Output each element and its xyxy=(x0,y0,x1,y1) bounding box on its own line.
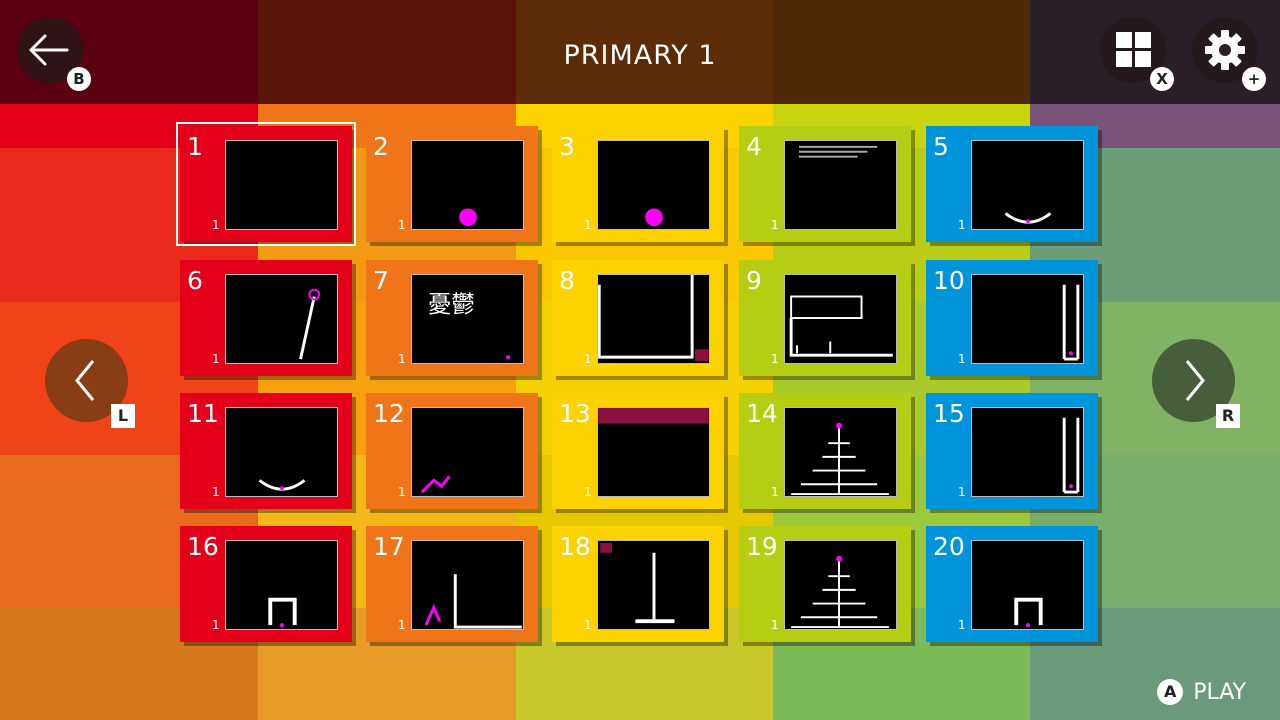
level-number: 12 xyxy=(373,399,405,428)
level-attempt-count: 1 xyxy=(584,618,592,632)
level-card[interactable]: 31 xyxy=(552,126,724,242)
level-attempt-count: 1 xyxy=(771,618,779,632)
level-thumbnail xyxy=(971,140,1084,230)
level-thumbnail xyxy=(784,274,897,364)
level-card[interactable]: 17 1 xyxy=(366,526,538,642)
level-thumbnail xyxy=(971,274,1084,364)
level-number: 4 xyxy=(746,132,762,161)
level-attempt-count: 1 xyxy=(398,352,406,366)
level-number: 8 xyxy=(559,266,575,295)
level-thumbnail xyxy=(225,407,338,497)
level-card[interactable]: 51 xyxy=(926,126,1098,242)
level-number: 2 xyxy=(373,132,389,161)
level-card[interactable]: 61 xyxy=(180,260,352,376)
level-attempt-count: 1 xyxy=(771,218,779,232)
svg-text:憂鬱: 憂鬱 xyxy=(428,290,475,318)
level-attempt-count: 1 xyxy=(958,218,966,232)
level-card[interactable]: 16 1 xyxy=(180,526,352,642)
level-number: 10 xyxy=(933,266,965,295)
level-card[interactable]: 11 xyxy=(176,122,356,246)
level-number: 5 xyxy=(933,132,949,161)
level-card[interactable]: 91 xyxy=(739,260,911,376)
level-thumbnail xyxy=(597,140,710,230)
level-thumbnail xyxy=(597,274,710,364)
level-number: 11 xyxy=(187,399,219,428)
level-card[interactable]: 7 1 憂鬱 xyxy=(366,260,538,376)
level-number: 7 xyxy=(373,266,389,295)
level-card[interactable]: 41 xyxy=(739,126,911,242)
play-button[interactable]: A PLAY xyxy=(1157,679,1246,705)
level-attempt-count: 1 xyxy=(212,218,220,232)
level-attempt-count: 1 xyxy=(398,485,406,499)
level-attempt-count: 1 xyxy=(212,618,220,632)
level-thumbnail: 憂鬱 xyxy=(411,274,524,364)
level-card[interactable]: 12 1 xyxy=(366,393,538,509)
level-number: 6 xyxy=(187,266,203,295)
a-button-badge: A xyxy=(1157,679,1184,705)
level-number: 13 xyxy=(559,399,591,428)
level-number: 9 xyxy=(746,266,762,295)
level-number: 15 xyxy=(933,399,965,428)
level-attempt-count: 1 xyxy=(958,485,966,499)
level-attempt-count: 1 xyxy=(212,352,220,366)
level-card[interactable]: 20 1 xyxy=(926,526,1098,642)
level-number: 1 xyxy=(187,132,203,161)
level-attempt-count: 1 xyxy=(958,352,966,366)
level-card[interactable]: 14 1 xyxy=(739,393,911,509)
level-number: 19 xyxy=(746,532,778,561)
level-attempt-count: 1 xyxy=(212,485,220,499)
level-thumbnail xyxy=(597,407,710,497)
level-number: 16 xyxy=(187,532,219,561)
level-thumbnail xyxy=(597,540,710,630)
level-thumbnail xyxy=(411,407,524,497)
level-card[interactable]: 19 1 xyxy=(739,526,911,642)
level-thumbnail xyxy=(411,540,524,630)
level-card[interactable]: 10 1 xyxy=(926,260,1098,376)
level-thumbnail xyxy=(784,540,897,630)
level-attempt-count: 1 xyxy=(398,218,406,232)
level-number: 18 xyxy=(559,532,591,561)
level-thumbnail xyxy=(784,407,897,497)
level-thumbnail xyxy=(225,274,338,364)
play-label: PLAY xyxy=(1193,679,1246,705)
level-thumbnail xyxy=(971,540,1084,630)
level-attempt-count: 1 xyxy=(398,618,406,632)
level-thumbnail xyxy=(225,140,338,230)
level-card[interactable]: 15 1 xyxy=(926,393,1098,509)
level-number: 14 xyxy=(746,399,778,428)
level-thumbnail xyxy=(225,540,338,630)
level-number: 20 xyxy=(933,532,965,561)
level-thumbnail xyxy=(784,140,897,230)
level-attempt-count: 1 xyxy=(584,218,592,232)
level-thumbnail xyxy=(411,140,524,230)
level-card[interactable]: 21 xyxy=(366,126,538,242)
level-number: 17 xyxy=(373,532,405,561)
level-grid: 1 1 2 1 3 1 4 1 5 1 6 1 7 1 憂鬱 8 1 9 1 10 1 11 1 12 1 13 1 14 1 15 1 1… xyxy=(0,0,1280,720)
level-attempt-count: 1 xyxy=(958,618,966,632)
level-card[interactable]: 18 1 xyxy=(552,526,724,642)
level-thumbnail xyxy=(971,407,1084,497)
level-card[interactable]: 13 1 xyxy=(552,393,724,509)
level-card[interactable]: 11 1 xyxy=(180,393,352,509)
level-card[interactable]: 81 xyxy=(552,260,724,376)
level-attempt-count: 1 xyxy=(584,485,592,499)
level-attempt-count: 1 xyxy=(771,485,779,499)
level-attempt-count: 1 xyxy=(771,352,779,366)
level-attempt-count: 1 xyxy=(584,352,592,366)
level-number: 3 xyxy=(559,132,575,161)
